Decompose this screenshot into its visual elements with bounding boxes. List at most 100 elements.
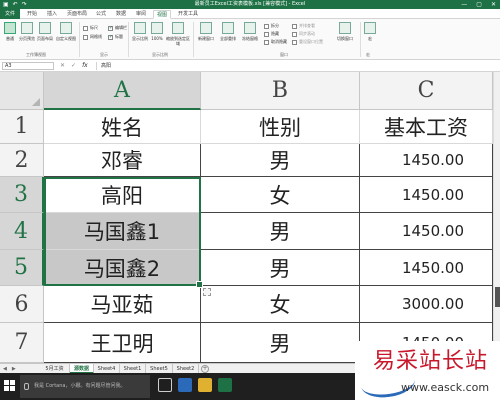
- file-explorer-icon[interactable]: [198, 378, 212, 392]
- formula-input[interactable]: 高阳: [96, 62, 496, 70]
- table-cell[interactable]: 1450.00: [360, 177, 493, 213]
- name-box[interactable]: A3: [2, 62, 54, 70]
- formula-buttons: ✕ ✓ fx: [60, 61, 88, 71]
- arrange-all-button[interactable]: 全部重排: [218, 22, 238, 41]
- paste-options-icon[interactable]: [203, 288, 211, 296]
- add-sheet-button[interactable]: +: [201, 365, 209, 373]
- macros-button[interactable]: 宏: [363, 22, 377, 41]
- ribbon-separator: [360, 22, 361, 57]
- switch-windows-icon: [339, 22, 351, 34]
- split-icon: [264, 23, 269, 29]
- formula-bar: A3 ✕ ✓ fx 高阳: [0, 60, 500, 72]
- magnifier-icon: [134, 22, 146, 34]
- window-title: 最新员工Excel工资表模板.xls [兼容模式] - Excel: [194, 1, 306, 7]
- split-button[interactable]: 拆分: [264, 23, 279, 29]
- restore-button[interactable]: ▢: [476, 0, 482, 9]
- tab-insert[interactable]: 插入: [44, 10, 60, 19]
- tab-data[interactable]: 数据: [113, 10, 129, 19]
- normal-view-button[interactable]: 普通: [3, 22, 17, 41]
- checkbox-box: [83, 34, 88, 40]
- switch-windows-button[interactable]: 切换窗口: [335, 22, 355, 41]
- table-cell[interactable]: 基本工资: [360, 110, 493, 144]
- freeze-panes-button[interactable]: 冻结窗格: [240, 22, 260, 41]
- macros-icon: [364, 22, 376, 34]
- table-cell[interactable]: 邓睿: [44, 144, 201, 177]
- row-header[interactable]: 1: [0, 110, 44, 144]
- gridlines-checkbox[interactable]: 网格线: [83, 34, 102, 40]
- tab-file[interactable]: 文件: [0, 9, 20, 19]
- table-cell[interactable]: 姓名: [44, 110, 201, 144]
- row-header[interactable]: 5: [0, 250, 44, 286]
- tab-developer[interactable]: 开发工具: [175, 10, 201, 19]
- zoom-100-icon: [151, 22, 163, 34]
- freeze-panes-icon: [244, 22, 256, 34]
- ruler-checkbox[interactable]: 标尺: [83, 25, 98, 31]
- table-cell[interactable]: 1450.00: [360, 144, 493, 177]
- tab-review[interactable]: 审阅: [133, 10, 149, 19]
- table-cell[interactable]: 性别: [201, 110, 360, 144]
- table-cell[interactable]: 王卫明: [44, 323, 201, 363]
- table-cell[interactable]: 女: [201, 286, 360, 323]
- unhide-button[interactable]: 取消隐藏: [264, 39, 287, 45]
- enter-icon[interactable]: ✓: [71, 61, 76, 71]
- table-cell[interactable]: 1450.00: [360, 250, 493, 286]
- row-header[interactable]: 2: [0, 144, 44, 177]
- zoom-to-selection-button[interactable]: 缩放到选定区域: [166, 22, 190, 46]
- scrollbar-thumb[interactable]: [495, 287, 500, 307]
- zoom-100-button[interactable]: 100%: [150, 22, 164, 41]
- windows-start-icon[interactable]: [4, 380, 16, 392]
- table-cell[interactable]: 马国鑫1: [44, 213, 201, 250]
- checkbox-box: [108, 34, 113, 40]
- insert-function-icon[interactable]: fx: [82, 61, 88, 71]
- row-header[interactable]: 7: [0, 323, 44, 363]
- table-cell[interactable]: 马亚茹: [44, 286, 201, 323]
- table-cell[interactable]: 高阳: [44, 177, 201, 213]
- table-cell[interactable]: 男: [201, 250, 360, 286]
- select-all-corner[interactable]: [0, 72, 44, 110]
- table-cell[interactable]: 3000.00: [360, 286, 493, 323]
- row-header[interactable]: 6: [0, 286, 44, 323]
- hide-icon: [264, 31, 269, 37]
- table-cell[interactable]: 男: [201, 323, 360, 363]
- vertical-scrollbar[interactable]: [493, 72, 500, 363]
- column-header-a[interactable]: A: [44, 72, 201, 110]
- page-layout-button[interactable]: 页面布局: [37, 22, 53, 41]
- table-cell[interactable]: 女: [201, 177, 360, 213]
- cortana-search-box[interactable]: 我是 Cortana，小娜。有问题尽管问我。: [20, 375, 150, 398]
- watermark-title: 易采站长站: [373, 349, 489, 374]
- microphone-icon: [24, 383, 29, 390]
- new-window-button[interactable]: 新建窗口: [196, 22, 216, 41]
- ribbon-tabs: 文件 开始 插入 页面布局 公式 数据 审阅 视图 开发工具: [0, 9, 500, 19]
- column-header-c[interactable]: C: [360, 72, 493, 110]
- edge-browser-icon[interactable]: [178, 378, 192, 392]
- excel-taskbar-icon[interactable]: [218, 378, 232, 392]
- ribbon-separator: [193, 22, 194, 57]
- tab-view[interactable]: 视图: [153, 10, 172, 19]
- table-cell[interactable]: 男: [201, 213, 360, 250]
- tab-formulas[interactable]: 公式: [93, 10, 109, 19]
- tab-home[interactable]: 开始: [24, 10, 40, 19]
- row-header[interactable]: 3: [0, 177, 44, 213]
- task-view-icon[interactable]: [158, 378, 172, 392]
- close-button[interactable]: ✕: [491, 0, 496, 9]
- formula-bar-checkbox[interactable]: 编辑栏: [108, 25, 127, 31]
- table-cell[interactable]: 马国鑫2: [44, 250, 201, 286]
- row-header[interactable]: 4: [0, 213, 44, 250]
- sync-scroll-button[interactable]: 同步滚动: [292, 31, 315, 37]
- side-by-side-button[interactable]: 并排查看: [292, 23, 315, 29]
- reset-position-button[interactable]: 重设窗口位置: [292, 39, 323, 45]
- tab-page-layout[interactable]: 页面布局: [64, 10, 90, 19]
- group-label-window: 窗口: [280, 52, 288, 57]
- minimize-button[interactable]: —: [461, 0, 467, 9]
- ribbon-view-panel: 普通 分页预览 页面布局 自定义视图 工作簿视图 标尺 网格线 编辑栏 标题 显…: [0, 19, 500, 60]
- cancel-icon[interactable]: ✕: [60, 61, 65, 71]
- hide-button[interactable]: 隐藏: [264, 31, 279, 37]
- column-header-b[interactable]: B: [201, 72, 360, 110]
- headings-checkbox[interactable]: 标题: [108, 34, 123, 40]
- page-break-preview-button[interactable]: 分页预览: [19, 22, 35, 41]
- side-by-side-icon: [292, 23, 297, 29]
- table-cell[interactable]: 1450.00: [360, 213, 493, 250]
- custom-views-button[interactable]: 自定义视图: [55, 22, 77, 41]
- table-cell[interactable]: 男: [201, 144, 360, 177]
- zoom-button[interactable]: 显示比例: [131, 22, 149, 41]
